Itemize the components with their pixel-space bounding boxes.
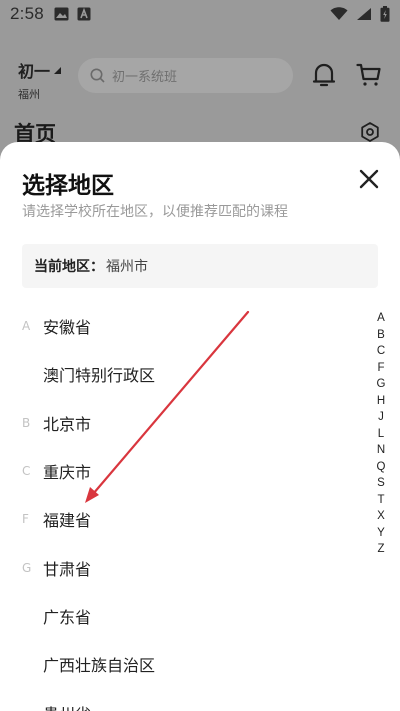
region-name: 贵州省 [43, 701, 91, 711]
current-region-value: 福州市 [106, 259, 148, 275]
section-letter: C [22, 464, 31, 479]
city-label: 福州 [18, 88, 40, 101]
bell-icon[interactable] [312, 62, 336, 88]
settings-icon[interactable] [360, 122, 380, 142]
grade-selector[interactable]: 初一 福州 [18, 58, 62, 102]
region-sheet: 选择地区 请选择学校所在地区，以便推荐匹配的课程 当前地区： 福州市 A 安徽省 … [0, 142, 400, 711]
sheet-subtitle: 请选择学校所在地区，以便推荐匹配的课程 [22, 204, 288, 220]
grade-label: 初一 [18, 62, 51, 81]
image-icon [54, 7, 69, 21]
index-letter[interactable]: S [372, 475, 390, 492]
alphabet-index[interactable]: A B C F G H J L N Q S T X Y Z [372, 310, 390, 558]
index-letter[interactable]: C [372, 343, 390, 360]
region-row[interactable]: F 福建省 [0, 495, 360, 543]
wifi-icon [330, 7, 348, 20]
section-letter: F [22, 512, 29, 527]
signal-icon [357, 8, 371, 20]
region-row[interactable]: 澳门特别行政区 [0, 350, 360, 398]
region-list: A 安徽省 澳门特别行政区 B 北京市 C 重庆市 F 福建省 G 甘肃省 广东省 广西壮… [0, 302, 360, 711]
index-letter[interactable]: Y [372, 525, 390, 542]
region-row[interactable]: B 北京市 [0, 399, 360, 447]
close-icon[interactable] [358, 168, 380, 190]
section-letter: G [22, 560, 32, 575]
region-row[interactable]: 贵州省 [0, 688, 360, 711]
region-row[interactable]: G 甘肃省 [0, 543, 360, 591]
status-bar: 2:58 [0, 0, 400, 28]
region-name: 甘肃省 [43, 559, 92, 579]
search-input[interactable]: 初一系统班 [78, 58, 293, 93]
status-time: 2:58 [10, 4, 44, 23]
region-row[interactable]: A 安徽省 [0, 302, 360, 350]
current-region-box: 当前地区： 福州市 [22, 244, 378, 288]
index-letter[interactable]: Q [372, 459, 390, 476]
index-letter[interactable]: H [372, 393, 390, 410]
current-region-label: 当前地区： [34, 259, 104, 275]
notification-icons [54, 7, 91, 21]
region-name: 澳门特别行政区 [43, 366, 156, 386]
region-name: 北京市 [43, 414, 92, 434]
text-icon [77, 7, 91, 21]
index-letter[interactable]: Z [372, 541, 390, 558]
region-name: 广西壮族自治区 [43, 656, 156, 676]
index-letter[interactable]: B [372, 327, 390, 344]
battery-icon [380, 6, 390, 22]
region-row[interactable]: C 重庆市 [0, 447, 360, 495]
index-letter[interactable]: L [372, 426, 390, 443]
region-name: 重庆市 [43, 463, 92, 483]
app-header: 初一 福州 初一系统班 [0, 50, 400, 110]
region-name: 安徽省 [43, 318, 92, 338]
region-row[interactable]: 广西壮族自治区 [0, 640, 360, 688]
sheet-title: 选择地区 [22, 173, 114, 199]
section-letter: B [22, 415, 31, 430]
index-letter[interactable]: N [372, 442, 390, 459]
section-letter: A [22, 319, 31, 334]
index-letter[interactable]: J [372, 409, 390, 426]
index-letter[interactable]: F [372, 360, 390, 377]
region-name: 福建省 [43, 511, 92, 531]
region-name: 广东省 [43, 607, 92, 627]
search-icon [90, 68, 105, 83]
triangle-down-icon [54, 66, 62, 74]
index-letter[interactable]: G [372, 376, 390, 393]
cart-icon[interactable] [356, 62, 382, 88]
region-row[interactable]: 广东省 [0, 592, 360, 640]
search-placeholder: 初一系统班 [112, 70, 178, 85]
index-letter[interactable]: T [372, 492, 390, 509]
index-letter[interactable]: A [372, 310, 390, 327]
system-icons [330, 6, 390, 22]
index-letter[interactable]: X [372, 508, 390, 525]
